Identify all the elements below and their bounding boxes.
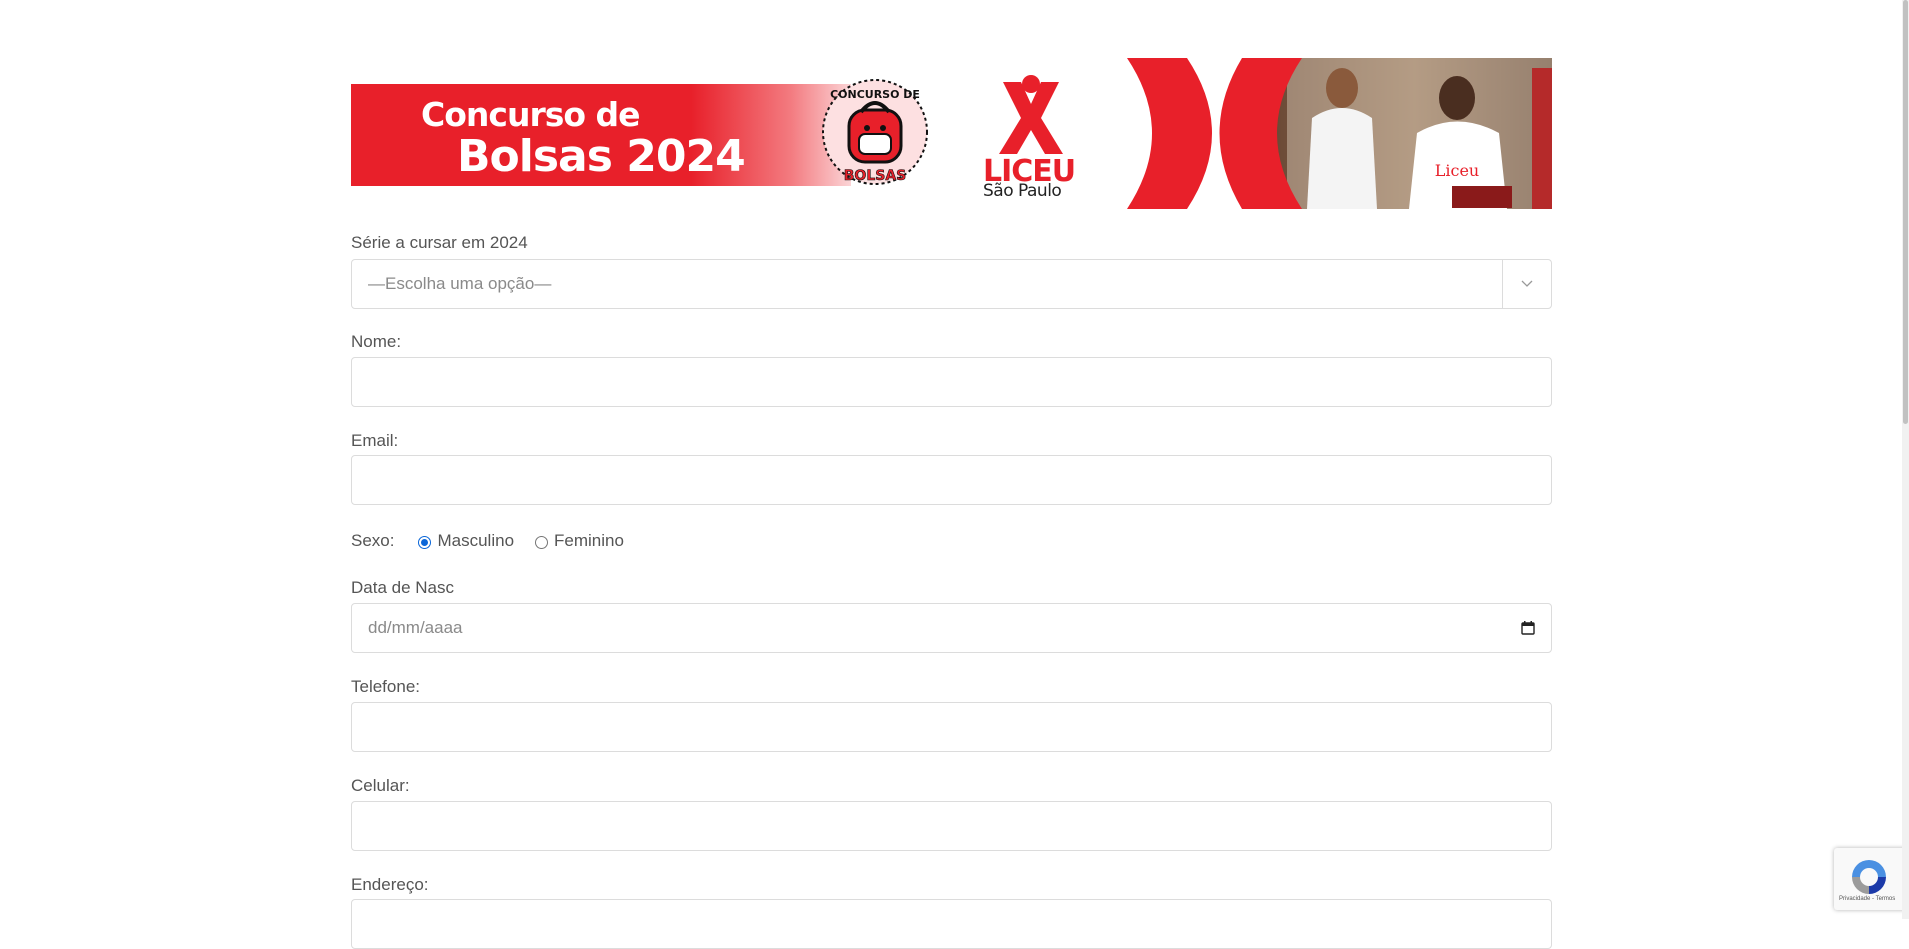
telefone-label: Telefone: — [351, 677, 420, 696]
serie-select[interactable]: —Escolha uma opção— — [351, 259, 1552, 309]
radio-feminino[interactable] — [535, 536, 549, 549]
shirt-logo-text: Liceu — [1435, 161, 1479, 180]
data-nasc-input[interactable]: dd/mm/aaaa — [351, 603, 1552, 653]
sexo-label: Sexo: — [351, 531, 395, 550]
email-label: Email: — [351, 431, 399, 450]
telefone-input[interactable] — [351, 702, 1552, 752]
banner-title-line1: Concurso de — [421, 95, 641, 134]
banner-title-line2: Bolsas 2024 — [457, 131, 746, 182]
endereco-input[interactable] — [351, 899, 1552, 949]
calendar-icon[interactable] — [1521, 621, 1535, 635]
serie-selected-value: —Escolha uma opção— — [368, 274, 552, 293]
contest-banner: Concurso de Bolsas 2024 CONCURSO DE BOLS… — [351, 58, 1552, 209]
radio-feminino-label[interactable]: Feminino — [554, 531, 624, 551]
email-input[interactable] — [351, 455, 1552, 505]
backpack-seal-icon: CONCURSO DE BOLSAS — [822, 79, 928, 185]
endereco-label: Endereço: — [351, 875, 429, 894]
page-scrollbar[interactable] — [1902, 0, 1909, 919]
chevron-down-icon[interactable] — [1502, 260, 1551, 308]
students-photo: Liceu — [1127, 58, 1552, 209]
data-nasc-label: Data de Nasc — [351, 578, 454, 597]
banner-title: Concurso de Bolsas 2024 — [421, 95, 746, 182]
sexo-radio-group: Sexo: Masculino Feminino — [351, 529, 624, 553]
radio-masculino[interactable] — [418, 536, 432, 549]
radio-masculino-label[interactable]: Masculino — [437, 531, 514, 551]
seal-bottom-text: BOLSAS — [844, 168, 907, 184]
nome-label: Nome: — [351, 332, 402, 351]
nome-input[interactable] — [351, 357, 1552, 407]
recaptcha-badge[interactable]: Privacidade - Termos — [1834, 848, 1909, 910]
recaptcha-footer[interactable]: Privacidade - Termos — [1839, 896, 1895, 902]
serie-label: Série a cursar em 2024 — [351, 233, 528, 252]
recaptcha-icon — [1852, 860, 1886, 894]
celular-label: Celular: — [351, 776, 410, 795]
celular-input[interactable] — [351, 801, 1552, 851]
logo-city: São Paulo — [983, 181, 1062, 201]
data-nasc-placeholder: dd/mm/aaaa — [368, 618, 463, 637]
seal-top-text: CONCURSO DE — [830, 88, 920, 101]
scrollbar-thumb[interactable] — [1903, 0, 1908, 424]
